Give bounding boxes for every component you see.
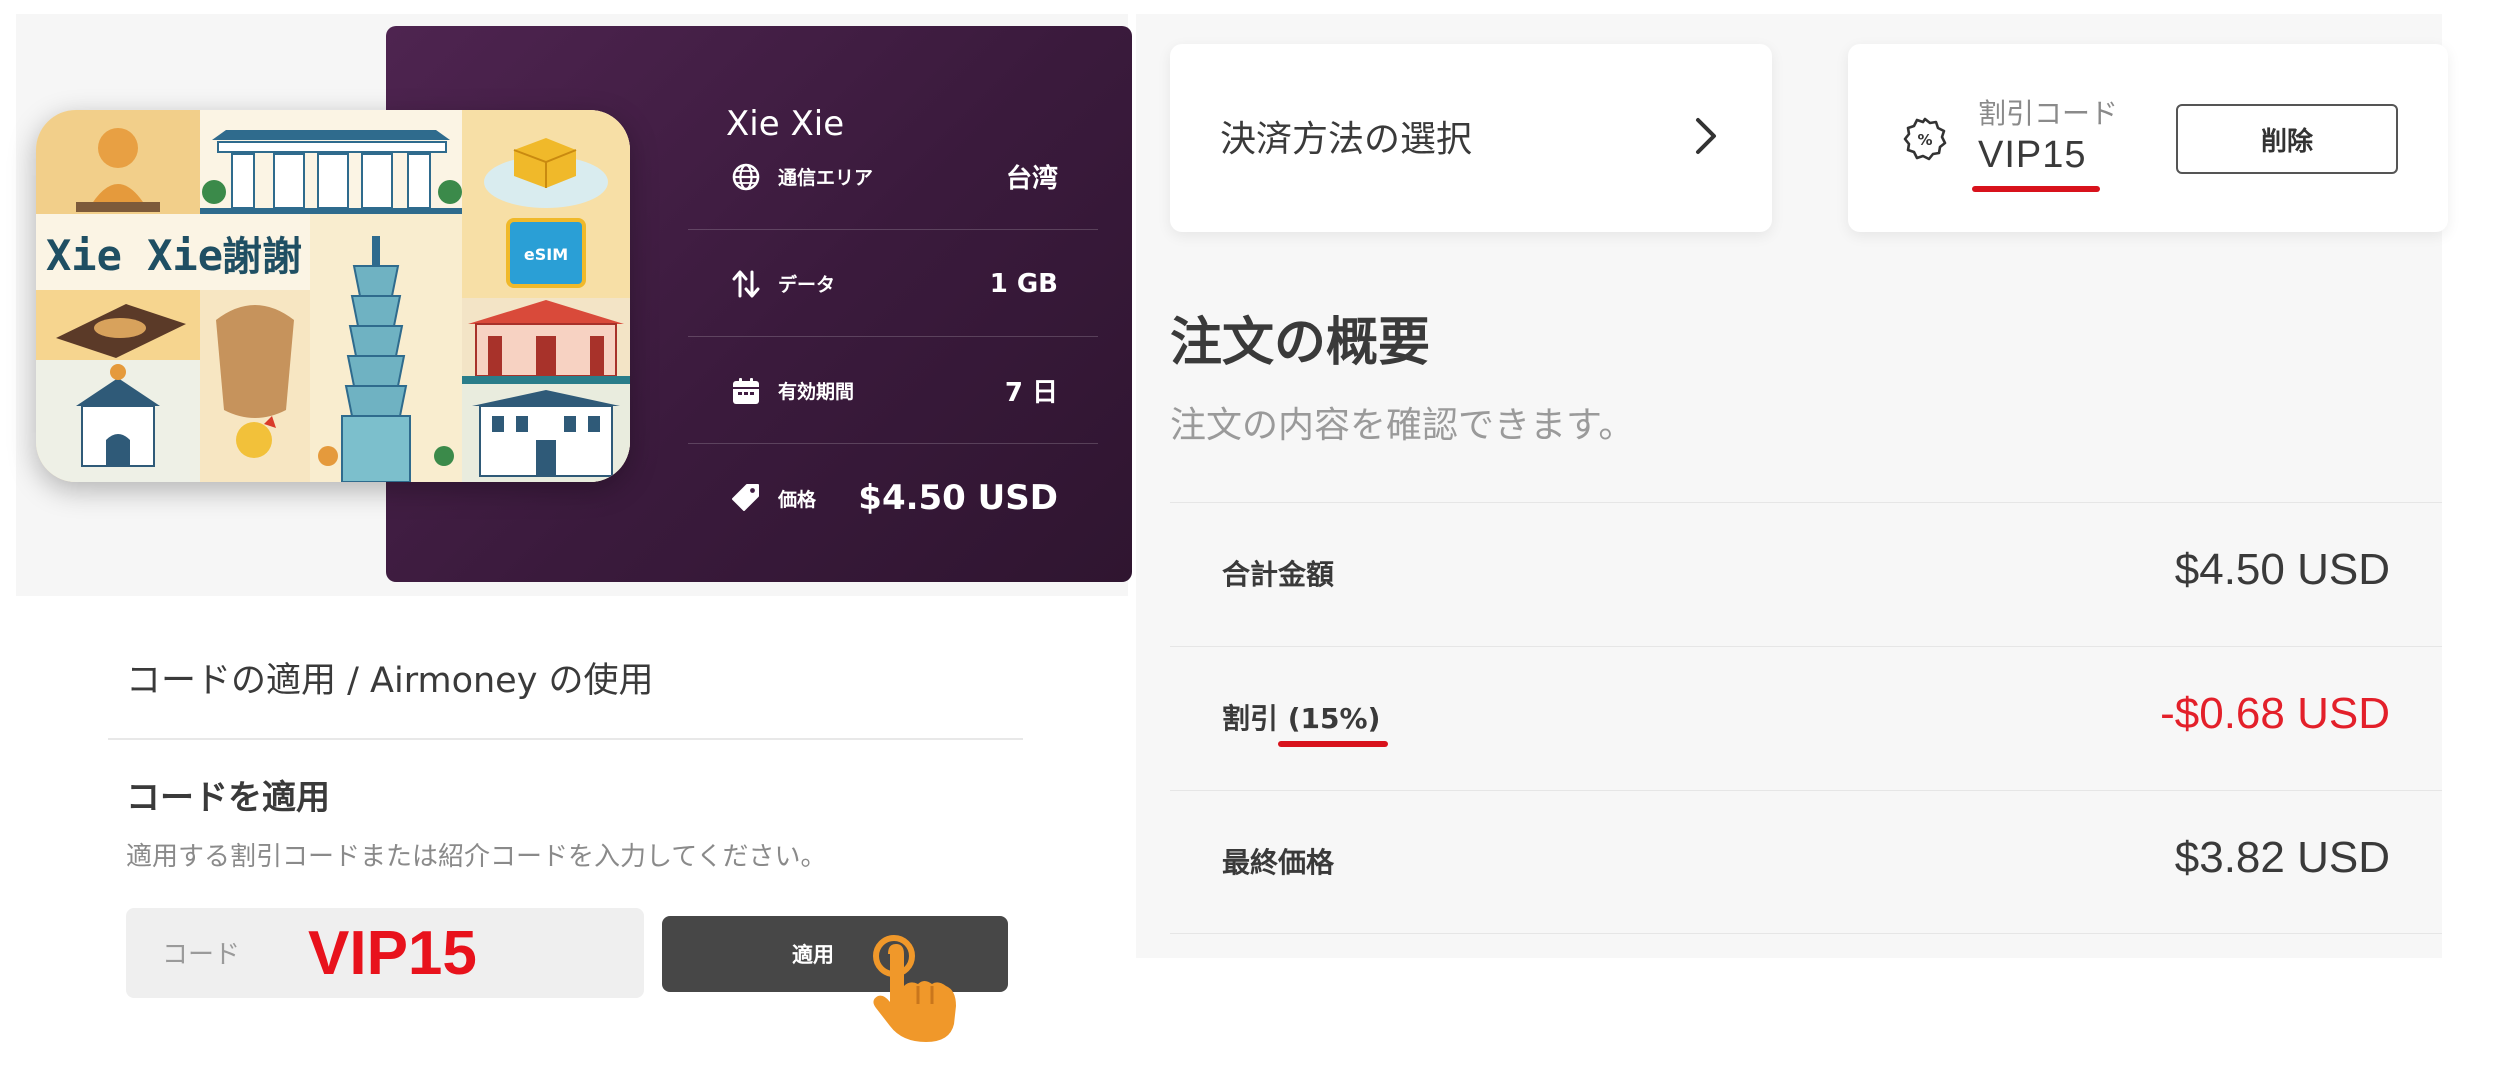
spec-row-price: 価格 $4.50 USD: [688, 445, 1098, 551]
apply-button-label: 適用: [792, 943, 834, 967]
code-input-placeholder: コード: [162, 940, 241, 970]
delete-discount-button[interactable]: 削除: [2176, 104, 2398, 174]
discount-code-card: % 割引コード VIP15 削除: [1848, 44, 2448, 232]
order-summary-subtitle: 注文の内容を確認できます。: [1170, 405, 1635, 446]
apply-code-description: 適用する割引コードまたは紹介コードを入力してください。: [126, 842, 827, 872]
subtotal-label: 合計金額: [1222, 558, 1335, 591]
code-input-value: VIP15: [308, 919, 477, 988]
taiwan-landmarks-illustration: Xie Xie 謝謝 eSIM: [36, 110, 630, 482]
price-tag-icon: [726, 478, 766, 518]
summary-row-subtotal: 合計金額 $4.50 USD: [1170, 502, 2442, 646]
discount-badge-icon: %: [1903, 117, 1947, 161]
spec-label-validity: 有効期間: [778, 381, 855, 403]
discount-code-highlight: [1972, 186, 2100, 192]
spec-value-coverage: 台湾: [1005, 164, 1058, 194]
product-panel: Xie Xie 通信エリア 台湾 データ 1 GB 有効期間 7 日 価格 $4…: [16, 14, 1132, 596]
spec-row-coverage: 通信エリア 台湾: [688, 124, 1098, 230]
globe-icon: [726, 157, 766, 197]
spec-row-validity: 有効期間 7 日: [688, 338, 1098, 444]
spec-label-price: 価格: [778, 488, 817, 511]
card-title-cjk: 謝謝: [222, 234, 302, 280]
discount-code-label: 割引コード: [1978, 97, 2119, 130]
discount-percent-highlight: [1278, 741, 1388, 747]
apply-code-heading: コードを適用: [126, 778, 330, 818]
payment-method-label: 決済方法の選択: [1220, 119, 1473, 160]
apply-section-title: コードの適用 / Airmoney の使用: [126, 661, 654, 701]
esim-chip-label: eSIM: [524, 245, 568, 264]
discount-value: -$0.68 USD: [2160, 689, 2390, 738]
svg-text:%: %: [1917, 131, 1932, 149]
discount-code-value: VIP15: [1978, 134, 2087, 176]
payment-method-selector[interactable]: 決済方法の選択: [1170, 44, 1772, 232]
spec-row-data: データ 1 GB: [688, 231, 1098, 337]
subtotal-value: $4.50 USD: [2174, 545, 2390, 594]
spec-label-coverage: 通信エリア: [778, 167, 874, 189]
chevron-right-icon: [1696, 118, 1716, 154]
discount-label: 割引 (15%): [1222, 702, 1381, 735]
spec-label-data: データ: [778, 274, 836, 296]
summary-row-final: 最終価格 $3.82 USD: [1170, 790, 2442, 934]
spec-value-validity: 7 日: [1004, 378, 1058, 408]
final-price-label: 最終価格: [1222, 846, 1335, 879]
code-input[interactable]: コード VIP15: [126, 908, 644, 998]
calendar-icon: [726, 371, 766, 411]
card-title-latin: Xie Xie: [46, 231, 223, 280]
final-price-value: $3.82 USD: [2174, 833, 2390, 882]
summary-row-discount: 割引 (15%) -$0.68 USD: [1170, 646, 2442, 790]
order-summary-title: 注文の概要: [1170, 313, 1431, 373]
data-transfer-icon: [726, 264, 766, 304]
spec-value-price: $4.50 USD: [858, 478, 1058, 518]
hand-pointer-icon: [873, 935, 956, 1042]
spec-value-data: 1 GB: [989, 268, 1058, 299]
esim-card-illustration: Xie Xie 謝謝 eSIM: [36, 110, 630, 482]
section-divider: [108, 738, 1023, 740]
